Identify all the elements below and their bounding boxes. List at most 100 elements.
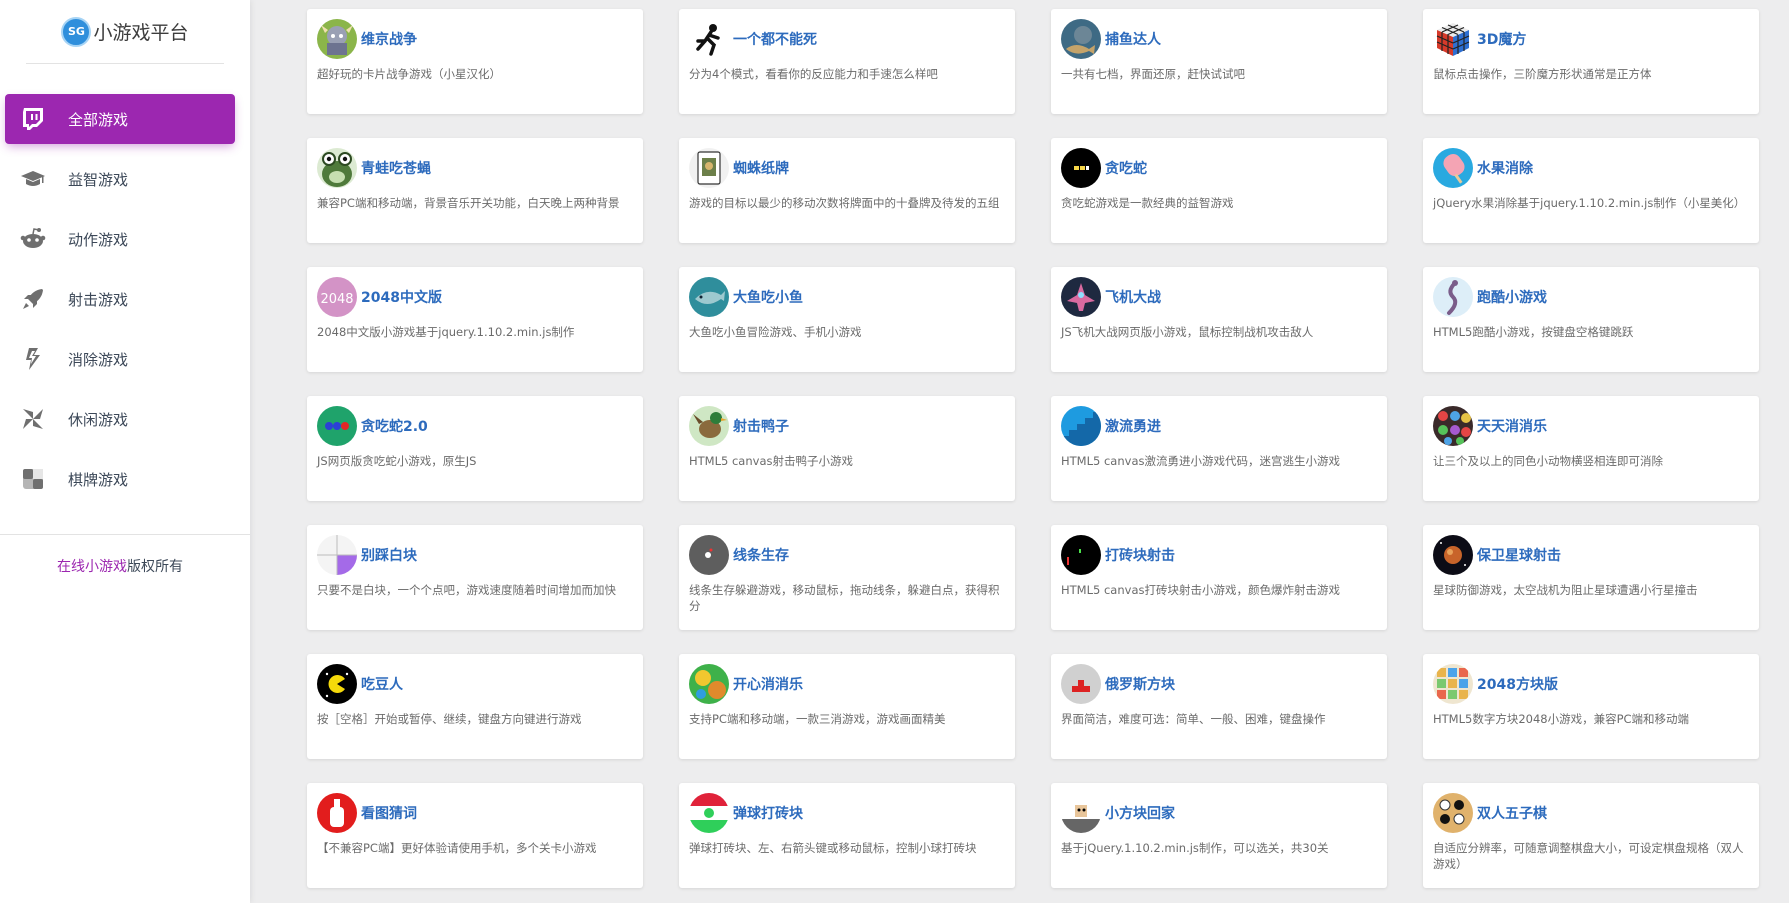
game-card[interactable]: 3D魔方 鼠标点击操作，三阶魔方形状通常是正方体 (1423, 9, 1759, 114)
game-card[interactable]: 天天消消乐 让三个及以上的同色小动物横竖相连即可消除 (1423, 396, 1759, 501)
game-card[interactable]: 蜘蛛纸牌 游戏的目标以最少的移动次数将牌面中的十叠牌及待发的五组 (679, 138, 1015, 243)
gomoku-icon (1433, 793, 1473, 833)
game-card[interactable]: 小方块回家 基于jQuery.1.10.2.min.js制作，可以选关，共30关 (1051, 783, 1387, 888)
game-title[interactable]: 吃豆人 (361, 674, 403, 694)
snake-icon (1061, 148, 1101, 188)
colored-blocks-icon (1433, 664, 1473, 704)
game-card[interactable]: 维京战争 超好玩的卡片战争游戏（小星汉化） (307, 9, 643, 114)
game-card[interactable]: 弹球打砖块 弹球打砖块、左、右箭头键或移动鼠标，控制小球打砖块 (679, 783, 1015, 888)
game-title[interactable]: 维京战争 (361, 29, 417, 49)
game-desc: 支持PC端和移动端，一款三消游戏，游戏画面精美 (689, 712, 946, 726)
site-link[interactable]: 在线小游戏 (57, 559, 127, 575)
popsicle-icon (1433, 148, 1473, 188)
game-title[interactable]: 大鱼吃小鱼 (733, 287, 803, 307)
game-card[interactable]: 打砖块射击 HTML5 canvas打砖块射击小游戏，颜色爆炸射击游戏 (1051, 525, 1387, 630)
game-card[interactable]: 跑酷小游戏 HTML5跑酷小游戏，按键盘空格键跳跃 (1423, 267, 1759, 372)
white-tile-icon (317, 535, 357, 575)
game-card[interactable]: 看图猜词 【不兼容PC端】更好体验请使用手机，多个关卡小游戏 (307, 783, 643, 888)
robot-face-icon (20, 226, 46, 252)
game-card[interactable]: 开心消消乐 支持PC端和移动端，一款三消游戏，游戏画面精美 (679, 654, 1015, 759)
game-desc: 基于jQuery.1.10.2.min.js制作，可以选关，共30关 (1061, 841, 1329, 855)
game-desc: 兼容PC端和移动端，背景音乐开关功能，白天晚上两种背景 (317, 196, 620, 210)
game-card[interactable]: 捕鱼达人 一共有七档，界面还原，赶快试试吧 (1051, 9, 1387, 114)
game-title[interactable]: 线条生存 (733, 545, 789, 565)
nav-label: 射击游戏 (68, 290, 129, 309)
game-title[interactable]: 开心消消乐 (733, 674, 803, 694)
game-title[interactable]: 小方块回家 (1105, 803, 1175, 823)
game-desc: HTML5跑酷小游戏，按键盘空格键跳跃 (1433, 325, 1634, 339)
game-card[interactable]: 一个都不能死 分为4个模式，看看你的反应能力和手速怎么样吧 (679, 9, 1015, 114)
game-desc: HTML5 canvas打砖块射击小游戏，颜色爆炸射击游戏 (1061, 583, 1340, 597)
game-card[interactable]: 飞机大战 JS飞机大战网页版小游戏，鼠标控制战机攻击敌人 (1051, 267, 1387, 372)
game-title[interactable]: 3D魔方 (1477, 29, 1526, 49)
game-desc: 2048中文版小游戏基于jquery.1.10.2.min.js制作 (317, 325, 575, 339)
nav-item-casual-games[interactable]: 休闲游戏 (5, 394, 235, 444)
game-card[interactable]: 保卫星球射击 星球防御游戏，太空战机为阻止星球遭遇小行星撞击 (1423, 525, 1759, 630)
game-title[interactable]: 一个都不能死 (733, 29, 817, 49)
category-nav: 全部游戏 益智游戏 动作游戏 射击游戏 消除游戏 休闲游戏 棋牌游戏 (0, 94, 250, 504)
bottle-icon (317, 793, 357, 833)
game-card[interactable]: 激流勇进 HTML5 canvas激流勇进小游戏代码，迷宫逃生小游戏 (1051, 396, 1387, 501)
game-desc: 按［空格］开始或暂停、继续，键盘方向键进行游戏 (317, 712, 582, 726)
frog-icon (317, 148, 357, 188)
game-card[interactable]: 俄罗斯方块 界面简洁，难度可选：简单、一般、困难，键盘操作 (1051, 654, 1387, 759)
game-title[interactable]: 打砖块射击 (1105, 545, 1175, 565)
game-desc: 线条生存躲避游戏，移动鼠标，拖动线条，躲避白点，获得积分 (689, 583, 1000, 613)
game-card[interactable]: 线条生存 线条生存躲避游戏，移动鼠标，拖动线条，躲避白点，获得积分 (679, 525, 1015, 630)
game-card[interactable]: 水果消除 jQuery水果消除基于jquery.1.10.2.min.js制作（… (1423, 138, 1759, 243)
game-title[interactable]: 捕鱼达人 (1105, 29, 1161, 49)
playing-card-icon (689, 148, 729, 188)
game-card[interactable]: 2048方块版 HTML5数字方块2048小游戏，兼容PC端和移动端 (1423, 654, 1759, 759)
game-title[interactable]: 2048中文版 (361, 287, 442, 307)
nav-label: 棋牌游戏 (68, 470, 129, 489)
nav-item-puzzle-games[interactable]: 益智游戏 (5, 154, 235, 204)
game-card[interactable]: 贪吃蛇2.0 JS网页版贪吃蛇小游戏，原生JS (307, 396, 643, 501)
brand[interactable]: SG 小游戏平台 (26, 0, 224, 64)
copyright: 在线小游戏版权所有 (0, 556, 240, 576)
game-desc: HTML5数字方块2048小游戏，兼容PC端和移动端 (1433, 712, 1690, 726)
game-card[interactable]: 双人五子棋 自适应分辨率，可随意调整棋盘大小，可设定棋盘规格（双人游戏） (1423, 783, 1759, 888)
game-title[interactable]: 射击鸭子 (733, 416, 789, 436)
game-title[interactable]: 蜘蛛纸牌 (733, 158, 789, 178)
nav-label: 全部游戏 (68, 110, 129, 129)
game-desc: HTML5 canvas射击鸭子小游戏 (689, 454, 853, 468)
game-title[interactable]: 贪吃蛇 (1105, 158, 1147, 178)
nav-item-shooting-games[interactable]: 射击游戏 (5, 274, 235, 324)
game-card[interactable]: 别踩白块 只要不是白块，一个个点吧，游戏速度随着时间增加而加快 (307, 525, 643, 630)
nav-item-all-games[interactable]: 全部游戏 (5, 94, 235, 144)
game-card[interactable]: 射击鸭子 HTML5 canvas射击鸭子小游戏 (679, 396, 1015, 501)
game-card[interactable]: 青蛙吃苍蝇 兼容PC端和移动端，背景音乐开关功能，白天晚上两种背景 (307, 138, 643, 243)
game-desc: 鼠标点击操作，三阶魔方形状通常是正方体 (1433, 67, 1652, 81)
game-title[interactable]: 双人五子棋 (1477, 803, 1547, 823)
game-card[interactable]: 吃豆人 按［空格］开始或暂停、继续，键盘方向键进行游戏 (307, 654, 643, 759)
game-grid: 维京战争 超好玩的卡片战争游戏（小星汉化） 一个都不能死 分为4个模式，看看你的… (307, 9, 1759, 888)
nav-item-board-games[interactable]: 棋牌游戏 (5, 454, 235, 504)
game-card[interactable]: 大鱼吃小鱼 大鱼吃小鱼冒险游戏、手机小游戏 (679, 267, 1015, 372)
nav-item-action-games[interactable]: 动作游戏 (5, 214, 235, 264)
dark-circle-icon (689, 535, 729, 575)
game-title[interactable]: 2048方块版 (1477, 674, 1558, 694)
divider (0, 534, 250, 535)
game-title[interactable]: 天天消消乐 (1477, 416, 1547, 436)
game-title[interactable]: 贪吃蛇2.0 (361, 416, 428, 436)
game-title[interactable]: 弹球打砖块 (733, 803, 803, 823)
game-title[interactable]: 激流勇进 (1105, 416, 1161, 436)
nav-item-elimination-games[interactable]: 消除游戏 (5, 334, 235, 384)
game-title[interactable]: 跑酷小游戏 (1477, 287, 1547, 307)
game-title[interactable]: 水果消除 (1477, 158, 1533, 178)
brand-title: 小游戏平台 (93, 22, 189, 44)
sidebar: SG 小游戏平台 全部游戏 益智游戏 动作游戏 射击游戏 消除游戏 休闲游戏 棋… (0, 0, 250, 903)
brand-logo: SG (61, 16, 92, 47)
game-title[interactable]: 青蛙吃苍蝇 (361, 158, 431, 178)
game-card[interactable]: 贪吃蛇 贪吃蛇游戏是一款经典的益智游戏 (1051, 138, 1387, 243)
game-title[interactable]: 保卫星球射击 (1477, 545, 1561, 565)
game-title[interactable]: 别踩白块 (361, 545, 417, 565)
game-desc: 超好玩的卡片战争游戏（小星汉化） (317, 67, 501, 81)
game-title[interactable]: 飞机大战 (1105, 287, 1161, 307)
game-desc: 自适应分辨率，可随意调整棋盘大小，可设定棋盘规格（双人游戏） (1433, 841, 1744, 871)
viking-icon (317, 19, 357, 59)
nav-label: 动作游戏 (68, 230, 129, 249)
game-card[interactable]: 2048 2048中文版 2048中文版小游戏基于jquery.1.10.2.m… (307, 267, 643, 372)
game-title[interactable]: 看图猜词 (361, 803, 417, 823)
game-title[interactable]: 俄罗斯方块 (1105, 674, 1175, 694)
